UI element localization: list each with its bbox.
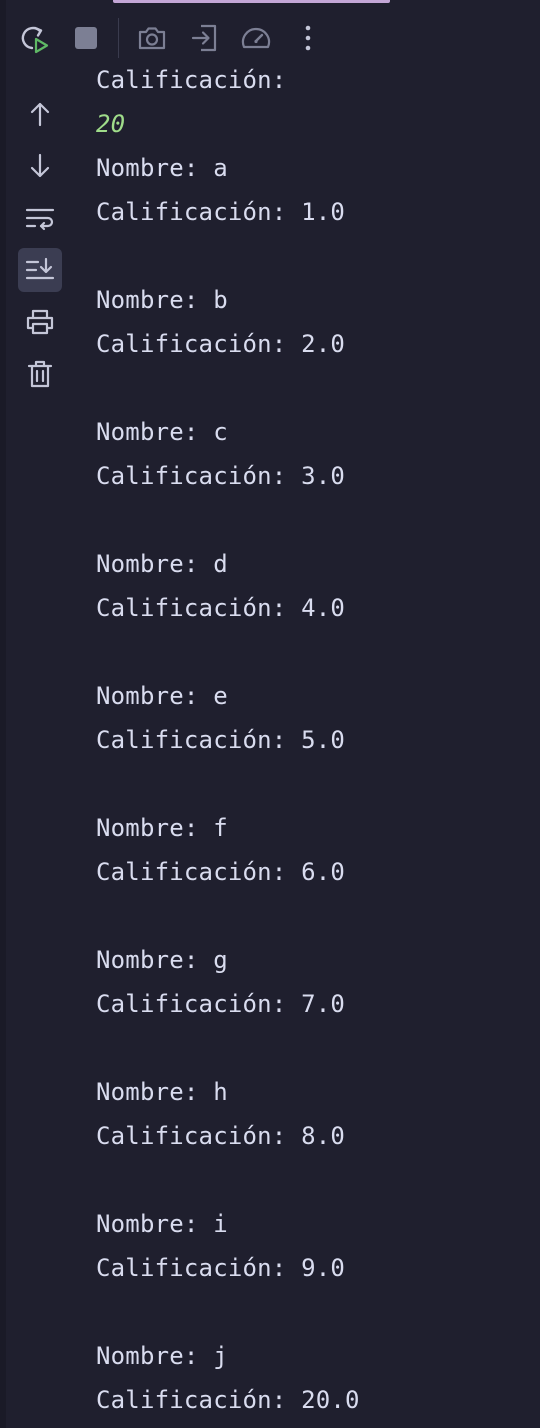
toolbar-separator — [118, 18, 119, 58]
console-line-calificacion: Calificación: 7.0 — [96, 990, 346, 1018]
clear-button[interactable] — [18, 352, 62, 396]
attach-button[interactable] — [187, 20, 223, 56]
stop-button[interactable] — [68, 20, 104, 56]
login-icon — [191, 24, 217, 52]
console-line-calificacion: Calificación: 9.0 — [96, 1254, 346, 1282]
print-icon — [26, 309, 54, 335]
scroll-down-button[interactable] — [18, 144, 62, 188]
scroll-to-end-icon — [25, 257, 55, 280]
console-output[interactable]: Calificación: 20 Nombre: a Calificación:… — [96, 58, 540, 1428]
scroll-down-icon — [30, 153, 50, 178]
soft-wrap-button[interactable] — [18, 196, 62, 240]
profile-button[interactable] — [238, 20, 274, 56]
console-line-nombre: Nombre: j — [96, 1342, 228, 1370]
console-line-nombre: Nombre: i — [96, 1210, 228, 1238]
console-line-calificacion: Calificación: 5.0 — [96, 726, 346, 754]
camera-icon — [138, 27, 166, 50]
console-line-nombre: Nombre: e — [96, 682, 228, 710]
console-line-calificacion: Calificación: 8.0 — [96, 1122, 346, 1150]
console-line-calificacion: Calificación: 6.0 — [96, 858, 346, 886]
console-line-calificacion: Calificación: 3.0 — [96, 462, 346, 490]
console-line-nombre: Nombre: c — [96, 418, 228, 446]
console-line-nombre: Nombre: f — [96, 814, 228, 842]
speedometer-icon — [241, 27, 271, 49]
scroll-up-icon — [30, 102, 50, 127]
console-line-nombre: Nombre: h — [96, 1078, 228, 1106]
console-line-nombre: Nombre: a — [96, 154, 228, 182]
more-button[interactable] — [290, 20, 326, 56]
scroll-up-button[interactable] — [18, 92, 62, 136]
console-line-nombre: Nombre: g — [96, 946, 228, 974]
rerun-button[interactable] — [16, 20, 52, 56]
stop-icon — [75, 27, 97, 49]
console-line-calificacion: Calificación: 4.0 — [96, 594, 346, 622]
soft-wrap-icon — [25, 208, 55, 231]
console-input-echo: 20 — [96, 110, 126, 138]
scroll-to-end-button[interactable] — [18, 248, 62, 292]
trash-icon — [27, 360, 53, 388]
console-line-calificacion: Calificación: 1.0 — [96, 198, 346, 226]
console-line-nombre: Nombre: d — [96, 550, 228, 578]
console-line-partial: Calificación: — [96, 66, 287, 94]
left-edge — [0, 0, 6, 1428]
print-button[interactable] — [18, 300, 62, 344]
console-line-nombre: Nombre: b — [96, 286, 228, 314]
more-icon — [305, 25, 311, 51]
console-line-calificacion: Calificación: 2.0 — [96, 330, 346, 358]
console-line-calificacion: Calificación: 20.0 — [96, 1386, 360, 1414]
screenshot-button[interactable] — [134, 20, 170, 56]
rerun-icon — [21, 26, 49, 54]
